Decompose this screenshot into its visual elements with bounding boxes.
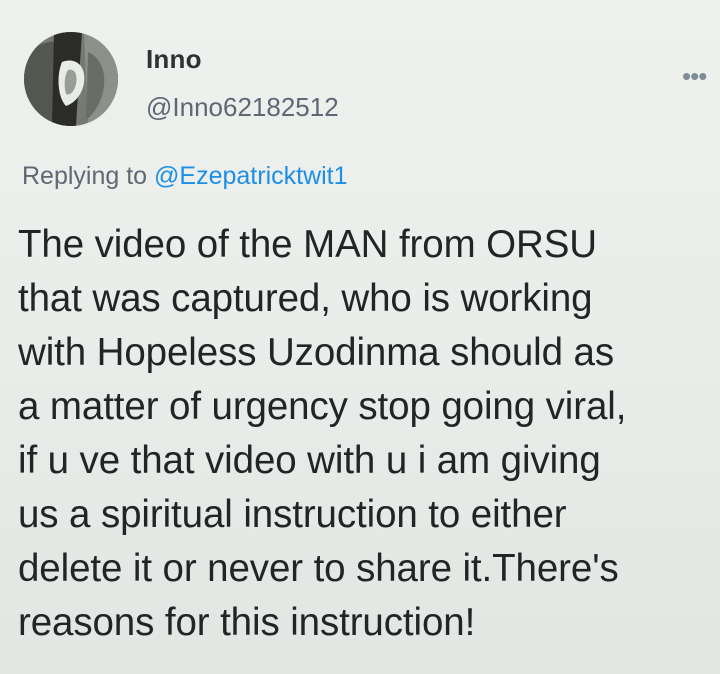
replying-prefix: Replying to [22, 162, 155, 190]
tweet-body-line: a matter of urgency stop going viral, [18, 385, 627, 428]
replying-to: Replying to @Ezepatricktwit1 [22, 162, 348, 191]
author-handle[interactable]: @Inno62182512 [146, 92, 339, 123]
avatar[interactable] [24, 32, 118, 126]
author-name[interactable]: Inno [146, 44, 202, 75]
reply-mention-link[interactable]: @Ezepatricktwit1 [154, 162, 348, 190]
tweet-body: The video of the MAN from ORSU that was … [18, 218, 718, 650]
avatar-image [24, 32, 118, 126]
tweet-body-line: that was captured, who is working [18, 277, 593, 320]
tweet-body-line: with Hopeless Uzodinma should as [18, 331, 614, 374]
tweet-body-line: reasons for this instruction! [18, 601, 476, 644]
more-horizontal-icon[interactable]: ••• [682, 63, 716, 89]
tweet-body-line: if u ve that video with u i am giving [18, 439, 601, 482]
tweet-body-line: delete it or never to share it.There's [18, 547, 619, 590]
tweet-body-line: us a spiritual instruction to either [18, 493, 567, 536]
tweet-body-line: The video of the MAN from ORSU [18, 223, 597, 266]
tweet: Inno @Inno62182512 ••• Replying to @Ezep… [0, 0, 720, 674]
